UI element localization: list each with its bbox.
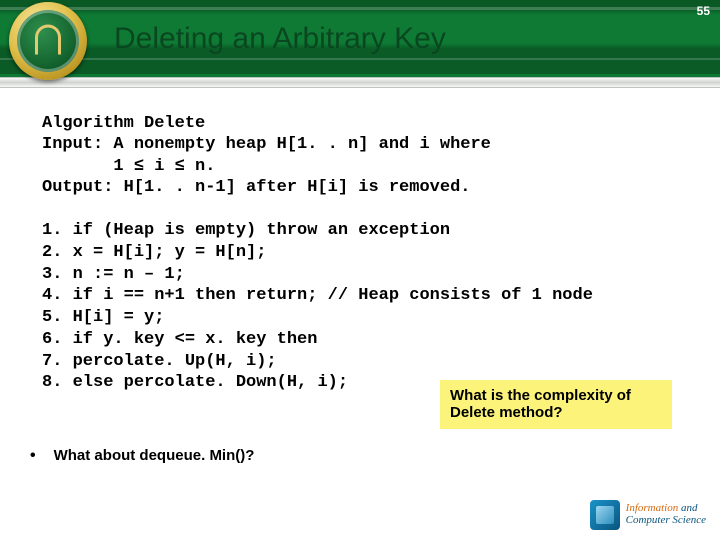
bullet-question: • What about dequeue. Min()? [30, 447, 254, 464]
algorithm-steps: 1. if (Heap is empty) throw an exception… [42, 220, 700, 394]
algo-name: Algorithm Delete [42, 113, 700, 134]
algorithm-header: Algorithm Delete Input: A nonempty heap … [42, 113, 700, 198]
footer-word-information: Information [626, 502, 679, 514]
algo-input-line2: 1 ≤ i ≤ n. [42, 156, 700, 177]
footer-word-and: and [678, 502, 697, 514]
algo-output: Output: H[1. . n-1] after H[i] is remove… [42, 177, 700, 198]
step-2: 2. x = H[i]; y = H[n]; [42, 242, 700, 264]
department-name: Information and Computer Science [626, 503, 706, 526]
step-5: 5. H[i] = y; [42, 307, 700, 329]
step-3: 3. n := n – 1; [42, 264, 700, 286]
step-6: 6. if y. key <= x. key then [42, 329, 700, 351]
footer-line2: Computer Science [626, 514, 706, 526]
department-logo: Information and Computer Science [590, 500, 706, 530]
logo-arch-icon [35, 25, 61, 55]
step-1: 1. if (Heap is empty) throw an exception [42, 220, 700, 242]
step-7: 7. percolate. Up(H, i); [42, 351, 700, 373]
bullet-text: What about dequeue. Min()? [54, 447, 255, 464]
university-logo-inner [17, 10, 79, 72]
complexity-callout: What is the complexity of Delete method? [440, 380, 672, 429]
slide-content: Algorithm Delete Input: A nonempty heap … [42, 113, 700, 394]
step-4: 4. if i == n+1 then return; // Heap cons… [42, 285, 700, 307]
header-separator [0, 77, 720, 88]
callout-line1: What is the complexity of [450, 387, 662, 404]
header-accent-bottom [0, 58, 720, 60]
slide-title: Deleting an Arbitrary Key [114, 22, 446, 56]
header-accent-top [0, 7, 720, 10]
algo-input-line1: Input: A nonempty heap H[1. . n] and i w… [42, 134, 700, 155]
scs-cube-icon [590, 500, 620, 530]
bullet-dot-icon: • [30, 448, 36, 464]
page-number: 55 [697, 4, 710, 18]
callout-line2: Delete method? [450, 404, 662, 421]
university-logo [9, 2, 87, 80]
